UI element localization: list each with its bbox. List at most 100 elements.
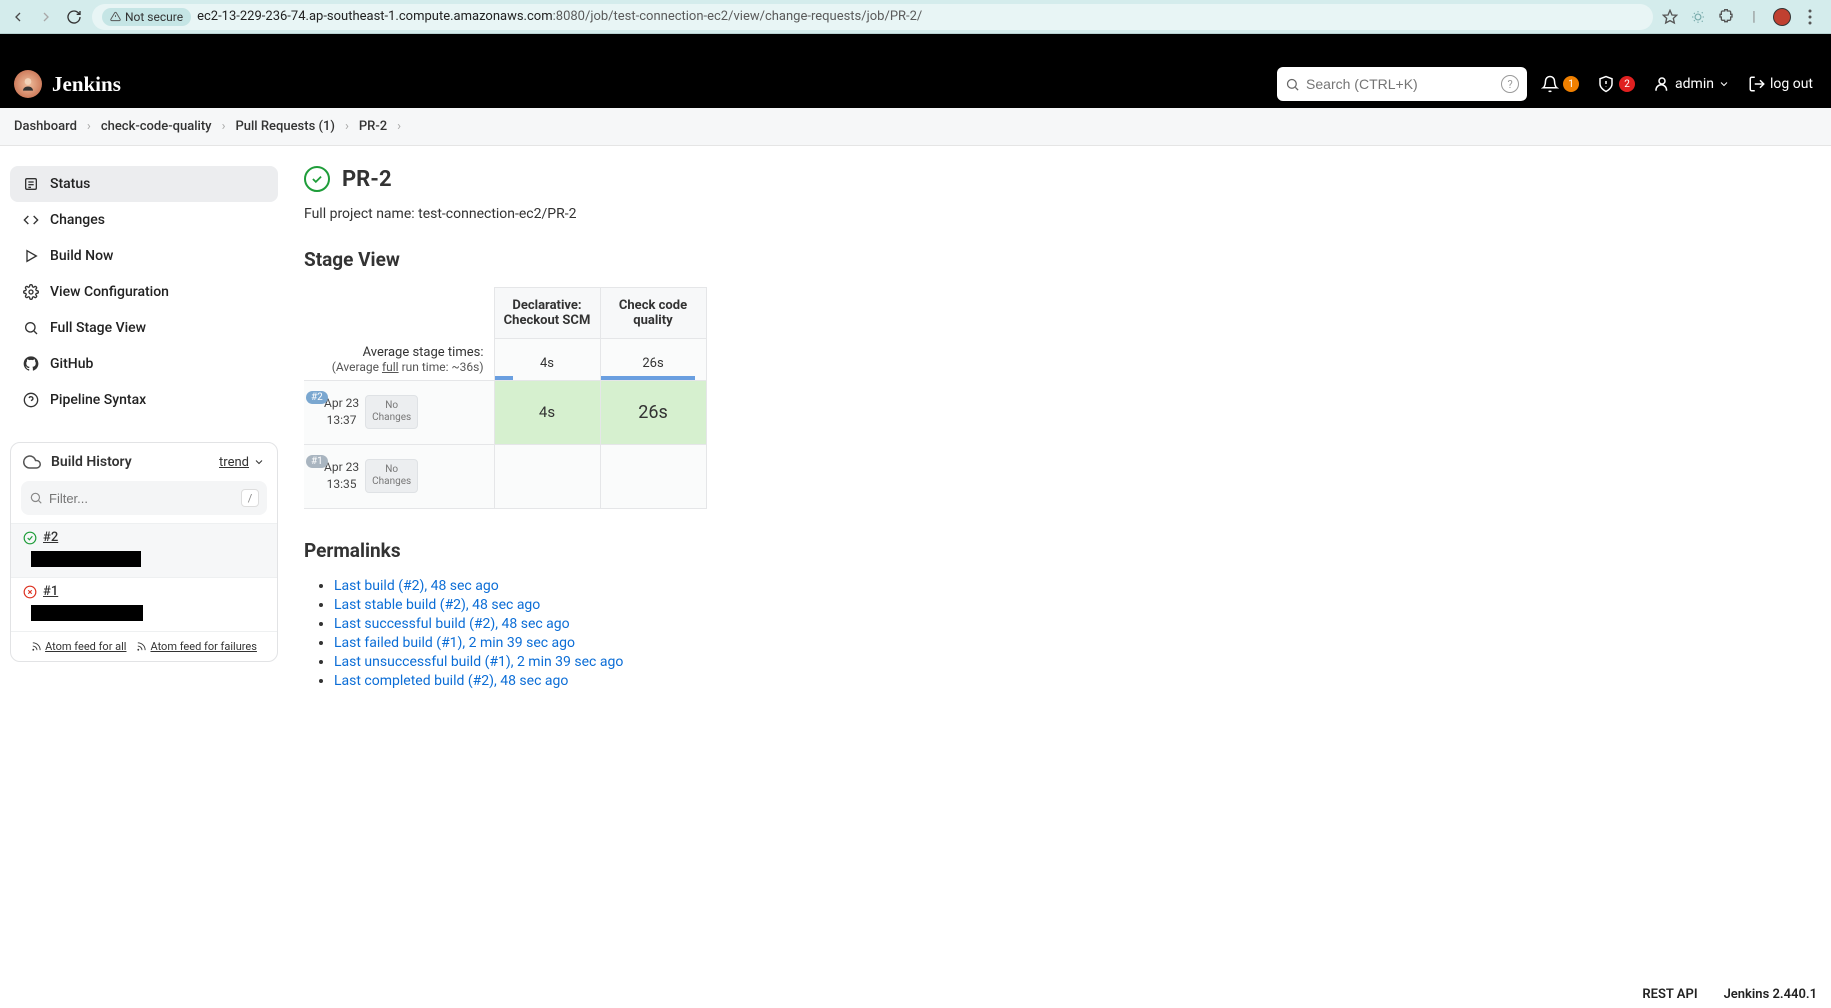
jenkins-header: Jenkins ? 1 2 admin log out	[0, 60, 1831, 108]
chevron-right-icon: ›	[345, 119, 349, 134]
permalinks-list: Last build (#2), 48 sec ago Last stable …	[304, 578, 1821, 689]
user-menu[interactable]: admin	[1649, 75, 1734, 93]
notifications-count: 1	[1563, 76, 1579, 92]
search-icon	[1285, 77, 1300, 92]
build-row-2[interactable]: #2	[11, 523, 277, 577]
browser-menu-icon[interactable]	[1801, 8, 1819, 26]
progress-bar	[495, 376, 514, 380]
permalink-last-unsuccessful[interactable]: Last unsuccessful build (#1), 2 min 39 s…	[334, 654, 623, 670]
success-icon	[304, 166, 330, 192]
profile-avatar-icon[interactable]	[1773, 8, 1791, 26]
permalink-last-stable[interactable]: Last stable build (#2), 48 sec ago	[334, 597, 540, 613]
chevron-right-icon: ›	[222, 119, 226, 134]
bell-icon	[1541, 75, 1559, 93]
breadcrumb-project[interactable]: check-code-quality	[101, 119, 212, 134]
build-history-filter-input[interactable]	[49, 491, 235, 506]
alerts-button[interactable]: 2	[1593, 75, 1639, 93]
status-icon	[22, 175, 40, 193]
build-history-filter[interactable]: /	[21, 481, 267, 515]
build-datetime: Apr 23 13:35	[324, 459, 359, 493]
rest-api-link[interactable]: REST API	[1642, 987, 1697, 1002]
sidebar-item-build-now[interactable]: Build Now	[10, 238, 278, 274]
stage-cell-check-code	[600, 444, 706, 508]
success-icon	[23, 531, 37, 545]
breadcrumb-dashboard[interactable]: Dashboard	[14, 119, 77, 134]
black-gap	[0, 34, 1831, 60]
logout-icon	[1748, 75, 1766, 93]
browser-url-bar[interactable]: Not secure ec2-13-229-236-74.ap-southeas…	[92, 4, 1653, 30]
browser-bug-icon[interactable]	[1689, 8, 1707, 26]
browser-right-icons: |	[1661, 8, 1823, 26]
search-box[interactable]: ?	[1277, 67, 1527, 101]
extensions-icon[interactable]	[1717, 8, 1735, 26]
permalink-last-failed[interactable]: Last failed build (#1), 2 min 39 sec ago	[334, 635, 575, 651]
sidebar-item-pipeline-syntax[interactable]: Pipeline Syntax	[10, 382, 278, 418]
no-changes-badge: NoChanges	[365, 395, 418, 429]
logout-label: log out	[1770, 76, 1813, 92]
browser-forward-button[interactable]	[36, 7, 56, 27]
stage-col-check-code: Check code quality	[600, 288, 706, 339]
stage-cell-check-code[interactable]: 26s	[600, 380, 706, 444]
stage-cell-checkout[interactable]: 4s	[494, 380, 600, 444]
build-progress-bar	[31, 551, 141, 567]
stage-row-build-2[interactable]: #2 Apr 23 13:37 NoChanges 4s 26s	[304, 380, 706, 444]
permalink-last-build[interactable]: Last build (#2), 48 sec ago	[334, 578, 499, 594]
user-name: admin	[1675, 76, 1714, 92]
search-icon	[29, 491, 43, 505]
not-secure-badge: Not secure	[102, 8, 191, 26]
build-number[interactable]: #1	[43, 584, 58, 599]
breadcrumb-pull-requests[interactable]: Pull Requests (1)	[235, 119, 334, 134]
sidebar-item-changes[interactable]: Changes	[10, 202, 278, 238]
search-icon	[22, 319, 40, 337]
no-changes-badge: NoChanges	[365, 459, 418, 493]
chevron-down-icon	[1718, 78, 1730, 90]
jenkins-brand[interactable]: Jenkins	[52, 72, 121, 97]
permalink-last-completed[interactable]: Last completed build (#2), 48 sec ago	[334, 673, 568, 689]
progress-bar	[601, 376, 696, 380]
sidebar-item-status[interactable]: Status	[10, 166, 278, 202]
build-datetime: Apr 23 13:37	[324, 395, 359, 429]
trend-toggle[interactable]: trend	[219, 455, 265, 470]
sidebar-item-github[interactable]: GitHub	[10, 346, 278, 382]
atom-feed-all[interactable]: Atom feed for all	[31, 640, 126, 653]
avg-cell-checkout: 4s	[494, 339, 600, 381]
bookmark-star-icon[interactable]	[1661, 8, 1679, 26]
chevron-right-icon: ›	[87, 119, 91, 134]
sidebar-item-label: Status	[50, 176, 90, 192]
notifications-button[interactable]: 1	[1537, 75, 1583, 93]
rss-icon	[31, 641, 42, 652]
user-icon	[1653, 75, 1671, 93]
build-pill: #1	[306, 455, 328, 468]
logout-button[interactable]: log out	[1744, 75, 1817, 93]
browser-reload-button[interactable]	[64, 7, 84, 27]
cloud-icon	[23, 453, 41, 471]
stage-row-build-1[interactable]: #1 Apr 23 13:35 NoChanges	[304, 444, 706, 508]
build-number[interactable]: #2	[43, 530, 58, 545]
atom-feed-failures[interactable]: Atom feed for failures	[136, 640, 256, 653]
shield-icon	[1597, 75, 1615, 93]
stage-view-heading: Stage View	[304, 248, 1821, 271]
permalink-last-successful[interactable]: Last successful build (#2), 48 sec ago	[334, 616, 570, 632]
stage-view-table: Declarative: Checkout SCM Check code qua…	[304, 287, 707, 509]
sidebar-item-view-configuration[interactable]: View Configuration	[10, 274, 278, 310]
search-help-icon[interactable]: ?	[1501, 75, 1519, 93]
full-project-name: Full project name: test-connection-ec2/P…	[304, 206, 1821, 222]
sidebar-item-full-stage-view[interactable]: Full Stage View	[10, 310, 278, 346]
breadcrumb-pr2[interactable]: PR-2	[359, 119, 387, 134]
page-title-row: PR-2	[304, 166, 1821, 192]
jenkins-logo-icon[interactable]	[14, 70, 42, 98]
build-row-1[interactable]: #1	[11, 577, 277, 631]
stage-cell-checkout	[494, 444, 600, 508]
sidebar-item-label: Full Stage View	[50, 320, 146, 336]
browser-back-button[interactable]	[8, 7, 28, 27]
sidebar-item-label: Changes	[50, 212, 105, 228]
avg-stage-times-label: Average stage times: (Average full run t…	[304, 339, 494, 381]
not-secure-label: Not secure	[125, 10, 183, 24]
search-input[interactable]	[1306, 76, 1495, 92]
sidebar-item-label: View Configuration	[50, 284, 169, 300]
jenkins-version[interactable]: Jenkins 2.440.1	[1724, 987, 1817, 1002]
browser-chrome: Not secure ec2-13-229-236-74.ap-southeas…	[0, 0, 1831, 34]
sidebar-item-label: Pipeline Syntax	[50, 392, 146, 408]
rss-icon	[136, 641, 147, 652]
chevron-down-icon	[253, 456, 265, 468]
